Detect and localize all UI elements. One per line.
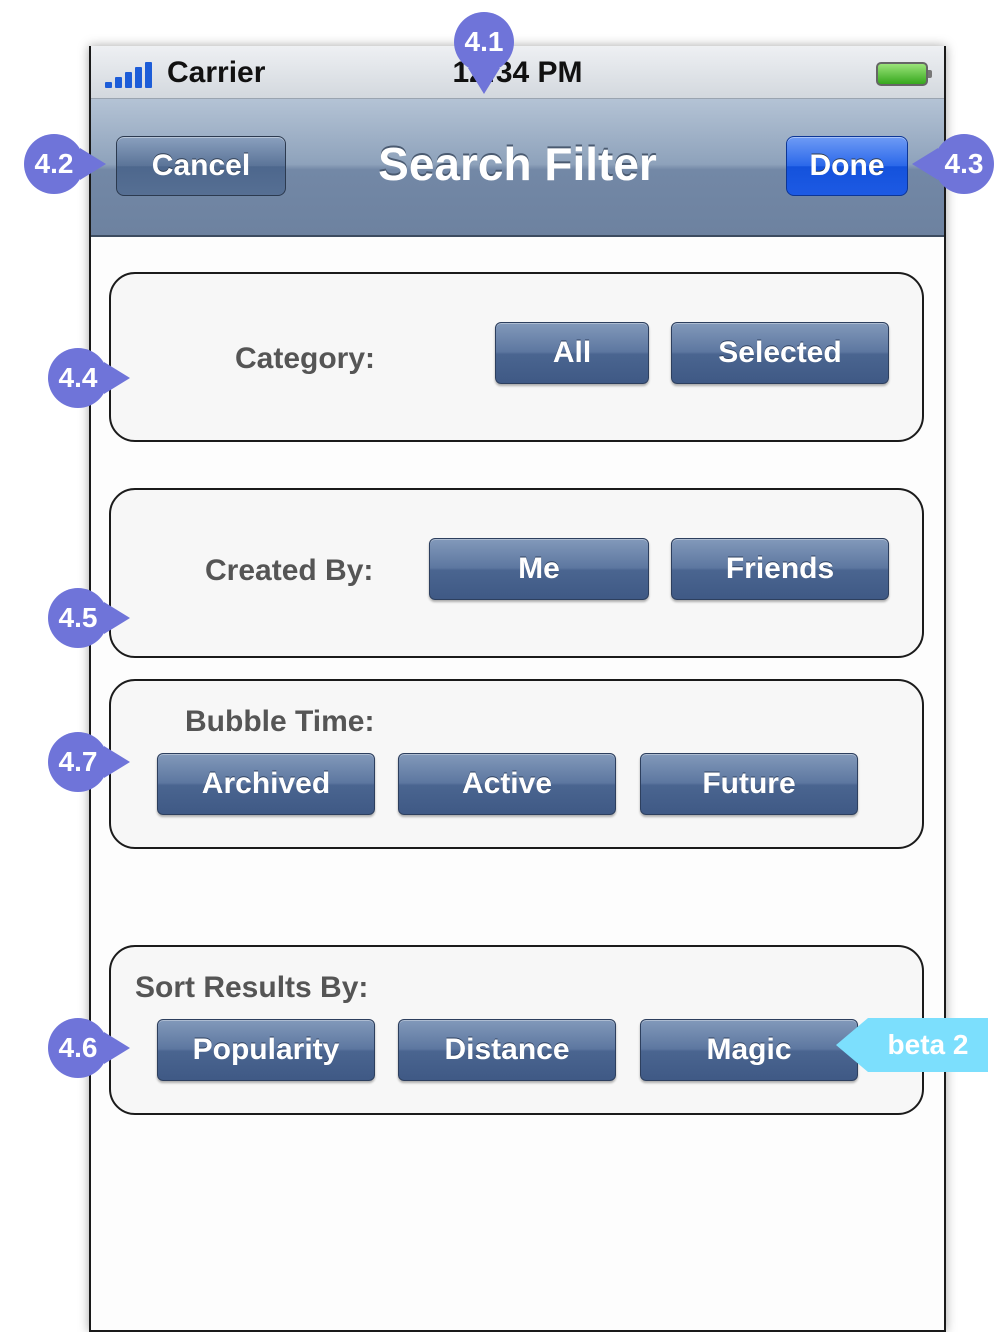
annotation-marker-4-2: 4.2: [24, 134, 106, 194]
sort-magic-button[interactable]: Magic: [640, 1019, 858, 1081]
beta-note-callout: beta 2: [836, 1018, 988, 1072]
annotation-marker-4-3: 4.3: [912, 134, 994, 194]
category-selected-button[interactable]: Selected: [671, 322, 889, 384]
annotation-marker-4-5: 4.5: [48, 588, 130, 648]
annotation-marker-4-7: 4.7: [48, 732, 130, 792]
created-by-label: Created By:: [205, 554, 374, 587]
status-time: 12:34 PM: [452, 56, 583, 89]
annotation-marker-4-4: 4.4: [48, 348, 130, 408]
done-button[interactable]: Done: [786, 136, 908, 196]
category-group: Category: All Selected: [109, 272, 924, 442]
bubble-time-group: Bubble Time: Archived Active Future: [109, 679, 924, 849]
annotation-marker-4-1: 4.1: [454, 12, 514, 94]
status-bar: Carrier 12:34 PM: [91, 46, 944, 99]
category-label: Category:: [235, 342, 376, 375]
bubble-time-future-button[interactable]: Future: [640, 753, 858, 815]
sort-results-label: Sort Results By:: [135, 971, 369, 1004]
created-by-friends-button[interactable]: Friends: [671, 538, 889, 600]
sort-popularity-button[interactable]: Popularity: [157, 1019, 375, 1081]
annotation-marker-4-6: 4.6: [48, 1018, 130, 1078]
sort-results-group: Sort Results By: Popularity Distance Mag…: [109, 945, 924, 1115]
created-by-group: Created By: Me Friends: [109, 488, 924, 658]
created-by-me-button[interactable]: Me: [429, 538, 649, 600]
navigation-bar: Cancel Search Filter Done: [91, 99, 944, 237]
bubble-time-archived-button[interactable]: Archived: [157, 753, 375, 815]
phone-frame: Carrier 12:34 PM Cancel Search Filter Do…: [89, 46, 946, 1332]
category-all-button[interactable]: All: [495, 322, 649, 384]
bubble-time-active-button[interactable]: Active: [398, 753, 616, 815]
bubble-time-label: Bubble Time:: [185, 705, 375, 738]
sort-distance-button[interactable]: Distance: [398, 1019, 616, 1081]
battery-icon: [876, 62, 932, 86]
